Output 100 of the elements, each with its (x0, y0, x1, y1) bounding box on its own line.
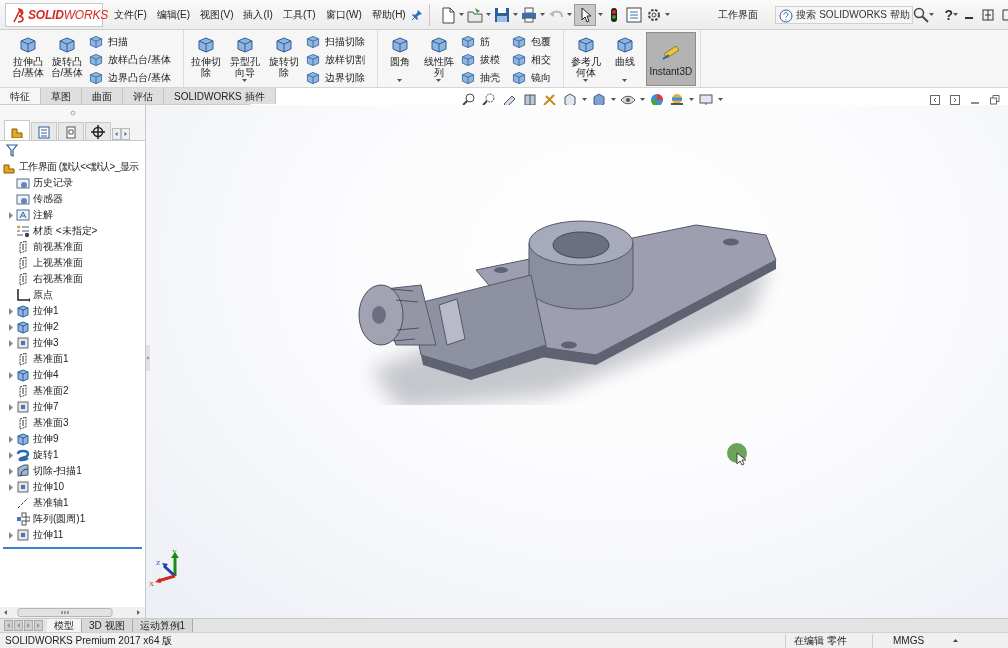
restore-icon[interactable] (990, 94, 1000, 105)
menu-item[interactable]: 编辑(E) (151, 5, 196, 24)
search-icon[interactable] (913, 6, 930, 23)
expand-arrow-icon[interactable] (8, 211, 14, 219)
monitor-icon[interactable] (698, 91, 714, 108)
tree-item[interactable]: 上视基准面 (0, 255, 145, 271)
tree-item[interactable]: 拉伸7 (0, 399, 145, 415)
tree-item[interactable]: 历史记录 (0, 175, 145, 191)
view-tab[interactable]: 运动算例1 (132, 619, 194, 632)
command-tab[interactable]: 曲面 (82, 88, 123, 104)
section-view-icon[interactable] (522, 91, 538, 108)
caret-icon[interactable] (485, 13, 491, 16)
tree-item[interactable]: 阵列(圆周)1 (0, 511, 145, 527)
caret-icon[interactable] (458, 13, 464, 16)
caret-icon[interactable] (512, 13, 518, 16)
command-tab[interactable]: SOLIDWORKS 插件 (164, 88, 276, 104)
command-button[interactable]: 旋转切除 (265, 32, 302, 86)
expand-arrow-icon[interactable] (8, 483, 14, 491)
tree-item[interactable]: 原点 (0, 287, 145, 303)
open-folder-icon[interactable] (465, 5, 484, 24)
tree-item[interactable]: 基准面2 (0, 383, 145, 399)
command-button[interactable]: 相交 (510, 51, 551, 68)
caret-icon[interactable] (953, 13, 958, 16)
tree-item[interactable]: 基准面1 (0, 351, 145, 367)
caret-icon[interactable] (664, 13, 670, 16)
expand-arrow-icon[interactable] (8, 531, 14, 539)
command-button[interactable]: 边界切除 (304, 69, 365, 86)
tree-item[interactable]: 注解 (0, 207, 145, 223)
command-button[interactable]: 圆角 (381, 32, 418, 86)
command-button[interactable]: 放样凸台/基体 (88, 51, 171, 68)
tree-item[interactable]: 基准面3 (0, 415, 145, 431)
menu-item[interactable]: 工具(T) (277, 5, 321, 24)
caret-icon[interactable] (689, 98, 694, 101)
command-tab[interactable]: 特征 (0, 88, 41, 104)
expand-arrow-icon[interactable] (8, 435, 14, 443)
tree-item[interactable]: 拉伸9 (0, 431, 145, 447)
expand-arrow-icon[interactable] (8, 403, 14, 411)
command-button[interactable]: 筋 (459, 33, 500, 50)
view-tab[interactable]: 3D 视图 (82, 619, 133, 632)
menu-item[interactable]: 帮助(H) (366, 5, 411, 24)
command-button[interactable]: 包覆 (510, 33, 551, 50)
command-button[interactable]: 边界凸台/基体 (88, 69, 171, 86)
caret-icon[interactable] (597, 13, 603, 16)
command-button[interactable]: 异型孔向导 (226, 32, 263, 86)
panel-tab[interactable] (85, 122, 111, 140)
expand-arrow-icon[interactable] (8, 307, 14, 315)
command-button[interactable]: 拉伸切除 (187, 32, 224, 86)
tile-windows-icon[interactable] (982, 8, 994, 21)
tree-item[interactable]: 拉伸11 (0, 527, 145, 543)
panel-right-icon[interactable] (950, 94, 960, 105)
tree-item[interactable]: 传感器 (0, 191, 145, 207)
view-tab[interactable]: 模型 (47, 619, 82, 632)
caret-icon[interactable] (566, 13, 572, 16)
tree-item[interactable]: 右视基准面 (0, 271, 145, 287)
command-button[interactable]: 参考几何体 (567, 32, 604, 86)
printer-icon[interactable] (519, 5, 538, 24)
command-tab[interactable]: 草图 (41, 88, 82, 104)
command-tab[interactable]: 评估 (123, 88, 164, 104)
tree-item[interactable]: 旋转1 (0, 447, 145, 463)
command-button[interactable]: 抽壳 (459, 69, 500, 86)
maximize-icon[interactable] (1002, 8, 1008, 21)
caret-icon[interactable] (718, 98, 723, 101)
tree-item[interactable]: 拉伸4 (0, 367, 145, 383)
caret-icon[interactable] (640, 98, 645, 101)
command-button[interactable]: 放样切割 (304, 51, 365, 68)
save-icon[interactable] (492, 5, 511, 24)
zoom-area-icon[interactable] (482, 91, 498, 108)
pointer-icon[interactable] (573, 3, 596, 26)
panel-left-icon[interactable] (930, 94, 940, 105)
tree-item[interactable]: 拉伸10 (0, 479, 145, 495)
tree-item[interactable]: 基准轴1 (0, 495, 145, 511)
grip-icon[interactable] (69, 109, 76, 116)
command-button[interactable]: 镜向 (510, 69, 551, 86)
command-button[interactable]: 拉伸凸台/基体 (10, 32, 46, 86)
command-button[interactable]: 拔模 (459, 51, 500, 68)
menu-item[interactable]: 窗口(W) (320, 5, 367, 24)
tree-item[interactable]: 拉伸3 (0, 335, 145, 351)
command-button[interactable]: 旋转凸台/基体 (49, 32, 85, 86)
tree-item[interactable]: 拉伸1 (0, 303, 145, 319)
menu-item[interactable]: 文件(F) (109, 5, 152, 24)
tree-item[interactable]: 拉伸2 (0, 319, 145, 335)
caret-icon[interactable] (611, 98, 616, 101)
tree-item[interactable]: 工作界面 (默认<<默认>_显示 (0, 159, 145, 175)
tree-item[interactable]: 切除-扫描1 (0, 463, 145, 479)
expand-arrow-icon[interactable] (8, 451, 14, 459)
menu-item[interactable]: 视图(V) (195, 5, 239, 24)
caret-icon[interactable] (539, 13, 545, 16)
caret-icon[interactable] (582, 98, 587, 101)
color-ball-icon[interactable] (649, 91, 665, 108)
search-field[interactable]: 搜索 SOLIDWORKS 帮助 (775, 5, 914, 24)
expand-arrow-icon[interactable] (8, 371, 14, 379)
unit-system[interactable]: MMGS (873, 635, 953, 646)
help-button[interactable]: ? (944, 6, 953, 23)
horizontal-scrollbar[interactable] (4, 608, 140, 617)
splitter-handle[interactable] (146, 345, 150, 371)
expand-arrow-icon[interactable] (8, 467, 14, 475)
filter-icon[interactable] (6, 143, 18, 157)
command-button[interactable]: 线性阵列 (420, 32, 457, 86)
pin-icon[interactable] (410, 8, 423, 21)
tree-item[interactable]: 材质 <未指定> (0, 223, 145, 239)
